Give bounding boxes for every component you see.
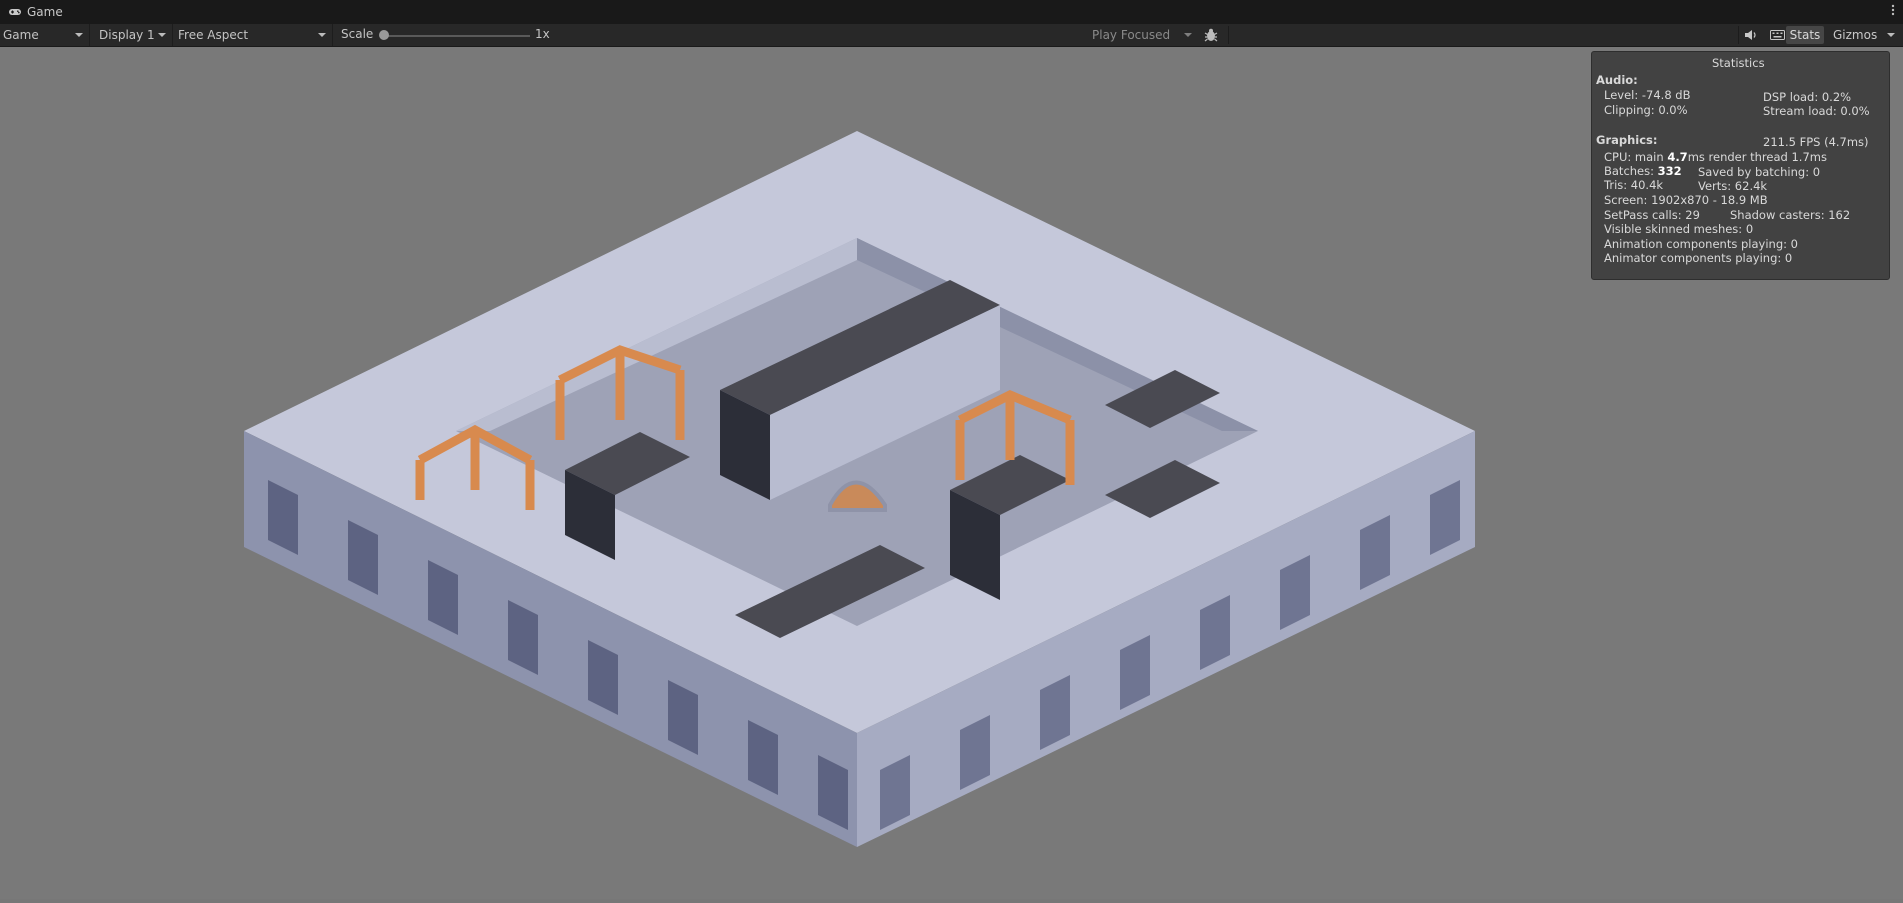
batches-value: 332 — [1657, 164, 1682, 178]
view-mode-dropdown[interactable]: Game — [0, 24, 90, 46]
verts-readout: Verts: 62.4k — [1698, 179, 1768, 193]
statistics-overlay: Statistics Audio: Level: -74.8 dB Clippi… — [1591, 51, 1890, 280]
visible-skinned-readout: Visible skinned meshes: 0 — [1604, 222, 1754, 236]
saved-by-batching: Saved by batching: 0 — [1698, 165, 1821, 179]
audio-header: Audio: — [1596, 73, 1638, 87]
audio-clipping: Clipping: 0.0% — [1604, 103, 1688, 117]
cpu-readout: CPU: main 4.7ms render thread 1.7ms — [1604, 150, 1827, 164]
cpu-main-suffix: ms render thread 1.7ms — [1687, 150, 1827, 164]
chevron-down-icon — [318, 33, 326, 37]
batches-prefix: Batches: — [1604, 164, 1658, 178]
keyboard-icon[interactable] — [1766, 26, 1788, 44]
stats-toggle-button[interactable]: Stats — [1786, 26, 1824, 44]
animation-components-readout: Animation components playing: 0 — [1604, 237, 1798, 251]
window-tab-bar: Game — [0, 0, 1903, 25]
kebab-menu-icon[interactable] — [1891, 4, 1895, 20]
chevron-down-icon — [1184, 33, 1192, 37]
scale-value: 1x — [535, 27, 550, 41]
game-view-toolbar: Game Display 1 Free Aspect Scale 1x Play… — [0, 24, 1903, 47]
stats-title: Statistics — [1712, 56, 1765, 70]
tris-readout: Tris: 40.4k — [1604, 178, 1664, 192]
dsp-load: DSP load: 0.2% — [1763, 90, 1852, 104]
animator-components-readout: Animator components playing: 0 — [1604, 251, 1793, 265]
gamepad-icon — [8, 7, 22, 17]
audio-level: Level: -74.8 dB — [1604, 88, 1691, 102]
bug-icon[interactable] — [1202, 27, 1220, 43]
gizmos-label: Gizmos — [1833, 28, 1878, 42]
chevron-down-icon — [158, 33, 166, 37]
stream-load: Stream load: 0.0% — [1763, 104, 1870, 118]
cpu-main-prefix: CPU: main — [1604, 150, 1668, 164]
display-dropdown[interactable]: Display 1 — [96, 24, 173, 46]
aspect-label: Free Aspect — [178, 28, 249, 42]
chevron-down-icon — [75, 33, 83, 37]
toolbar-divider — [1228, 26, 1229, 44]
game-tab-title[interactable]: Game — [27, 5, 63, 19]
scale-slider-track[interactable] — [382, 35, 530, 37]
display-label: Display 1 — [99, 28, 155, 42]
setpass-readout: SetPass calls: 29 — [1604, 208, 1700, 222]
cpu-main-value: 4.7 — [1667, 150, 1688, 164]
play-mode-dropdown[interactable]: Play Focused — [1088, 24, 1198, 46]
toolbar-divider — [1738, 26, 1739, 44]
batches-readout: Batches: 332 — [1604, 164, 1682, 178]
chevron-down-icon — [1887, 33, 1895, 37]
graphics-header: Graphics: — [1596, 133, 1658, 147]
shadow-casters-readout: Shadow casters: 162 — [1730, 208, 1851, 222]
fps-readout: 211.5 FPS (4.7ms) — [1763, 135, 1869, 149]
aspect-dropdown[interactable]: Free Aspect — [175, 24, 333, 46]
speaker-icon[interactable] — [1740, 26, 1762, 44]
screen-readout: Screen: 1902x870 - 18.9 MB — [1604, 193, 1768, 207]
play-mode-label: Play Focused — [1092, 28, 1171, 42]
scale-label: Scale — [341, 27, 374, 41]
view-mode-label: Game — [3, 28, 39, 42]
scale-slider-handle[interactable] — [379, 30, 389, 40]
gizmos-dropdown[interactable]: Gizmos — [1827, 24, 1899, 46]
